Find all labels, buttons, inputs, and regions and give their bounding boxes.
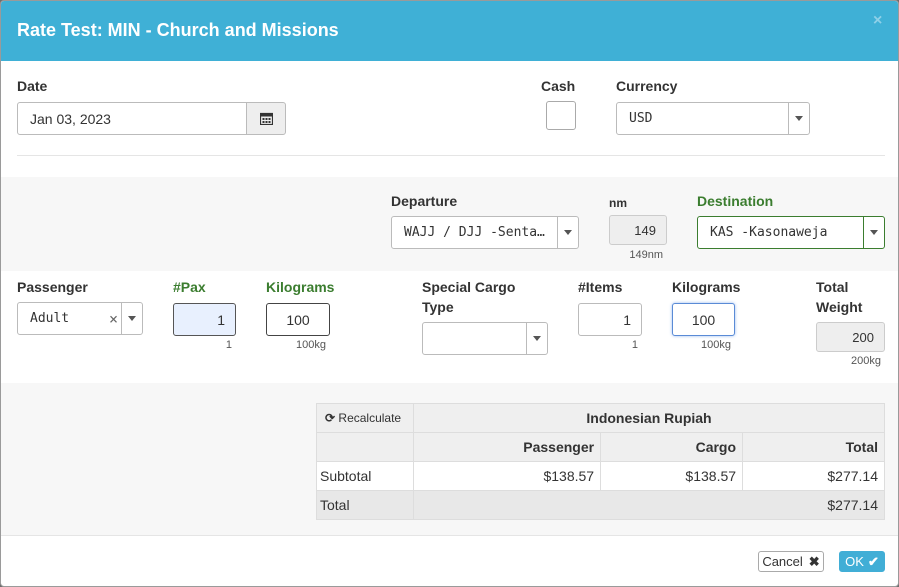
cargo-kilograms-input[interactable]: 100	[672, 303, 735, 336]
total-value: $277.14	[413, 490, 885, 520]
passenger-value: Adult	[30, 311, 70, 326]
close-icon: ✖	[808, 553, 820, 569]
ok-label: OK	[845, 554, 864, 569]
departure-label: Departure	[391, 193, 458, 209]
nm-hint: 149nm	[629, 249, 663, 261]
passenger-col-header: Passenger	[412, 432, 602, 462]
passenger-select[interactable]: Adult ×	[17, 302, 143, 335]
pax-label: #Pax	[173, 279, 206, 295]
chevron-down-icon	[557, 217, 578, 248]
subtotal-total: $277.14	[742, 461, 885, 491]
currency-select[interactable]: USD	[616, 102, 810, 135]
special-cargo-select[interactable]	[422, 322, 548, 355]
footer-divider	[1, 535, 898, 536]
passenger-label: Passenger	[17, 279, 88, 295]
departure-select[interactable]: WAJJ / DJJ -Senta…	[391, 216, 579, 249]
total-weight-label-1: Total	[816, 279, 849, 295]
pax-kilograms-input[interactable]: 100	[266, 303, 330, 336]
special-cargo-label-2: Type	[422, 299, 454, 315]
cash-label: Cash	[541, 78, 576, 94]
calendar-button[interactable]	[246, 102, 286, 135]
total-weight-readout: 200	[816, 322, 885, 352]
currency-header: Indonesian Rupiah	[413, 403, 885, 433]
total-weight-hint: 200kg	[851, 355, 881, 367]
pax-kilograms-hint: 100kg	[296, 339, 326, 351]
date-label: Date	[17, 78, 48, 94]
items-label: #Items	[578, 279, 623, 295]
subtotal-label: Subtotal	[316, 461, 414, 491]
refresh-icon: ⟳	[325, 411, 336, 425]
recalculate-button[interactable]: ⟳ Recalculate	[316, 403, 414, 433]
cancel-label: Cancel	[762, 554, 803, 569]
cargo-kilograms-hint: 100kg	[701, 339, 731, 351]
date-input[interactable]: Jan 03, 2023	[17, 102, 249, 135]
pax-kilograms-label: Kilograms	[266, 279, 335, 295]
pax-hint: 1	[225, 339, 232, 351]
destination-label: Destination	[697, 193, 774, 209]
subtotal-passenger: $138.57	[412, 461, 602, 491]
nm-label: nm	[609, 196, 627, 210]
currency-value: USD	[629, 111, 653, 126]
total-label: Total	[316, 490, 414, 520]
cash-checkbox[interactable]	[546, 101, 576, 130]
items-hint: 1	[631, 339, 638, 351]
nm-readout: 149	[609, 215, 667, 245]
cancel-button[interactable]: Cancel ✖	[758, 551, 824, 572]
items-input[interactable]: 1	[578, 303, 642, 336]
chevron-down-icon	[863, 217, 884, 248]
rate-test-modal: Rate Test: MIN - Church and Missions × D…	[0, 0, 899, 587]
destination-select[interactable]: KAS -Kasonaweja	[697, 216, 885, 249]
total-col-header: Total	[742, 432, 885, 462]
pax-input[interactable]: 1	[173, 303, 236, 336]
special-cargo-label-1: Special Cargo	[422, 279, 516, 295]
departure-value: WAJJ / DJJ -Senta…	[404, 225, 545, 240]
subtotal-cargo: $138.57	[600, 461, 744, 491]
destination-value: KAS -Kasonaweja	[710, 225, 828, 240]
chevron-down-icon	[788, 103, 809, 134]
ok-button[interactable]: OK ✔	[839, 551, 885, 572]
check-icon: ✔	[867, 553, 879, 569]
modal-title: Rate Test: MIN - Church and Missions	[17, 20, 339, 40]
recalculate-label: Recalculate	[338, 411, 402, 425]
blank-header	[316, 432, 414, 462]
cargo-kilograms-label: Kilograms	[672, 279, 741, 295]
close-icon[interactable]: ×	[873, 12, 882, 30]
chevron-down-icon	[121, 303, 142, 334]
divider	[17, 155, 885, 156]
chevron-down-icon	[526, 323, 547, 354]
cargo-col-header: Cargo	[600, 432, 744, 462]
currency-label: Currency	[616, 78, 678, 94]
clear-icon[interactable]: ×	[109, 310, 118, 328]
rates-table: ⟳ Recalculate Indonesian Rupiah Passenge…	[316, 403, 885, 520]
total-weight-label-2: Weight	[816, 299, 863, 315]
calendar-icon	[259, 112, 273, 125]
modal-header: Rate Test: MIN - Church and Missions ×	[1, 1, 898, 61]
